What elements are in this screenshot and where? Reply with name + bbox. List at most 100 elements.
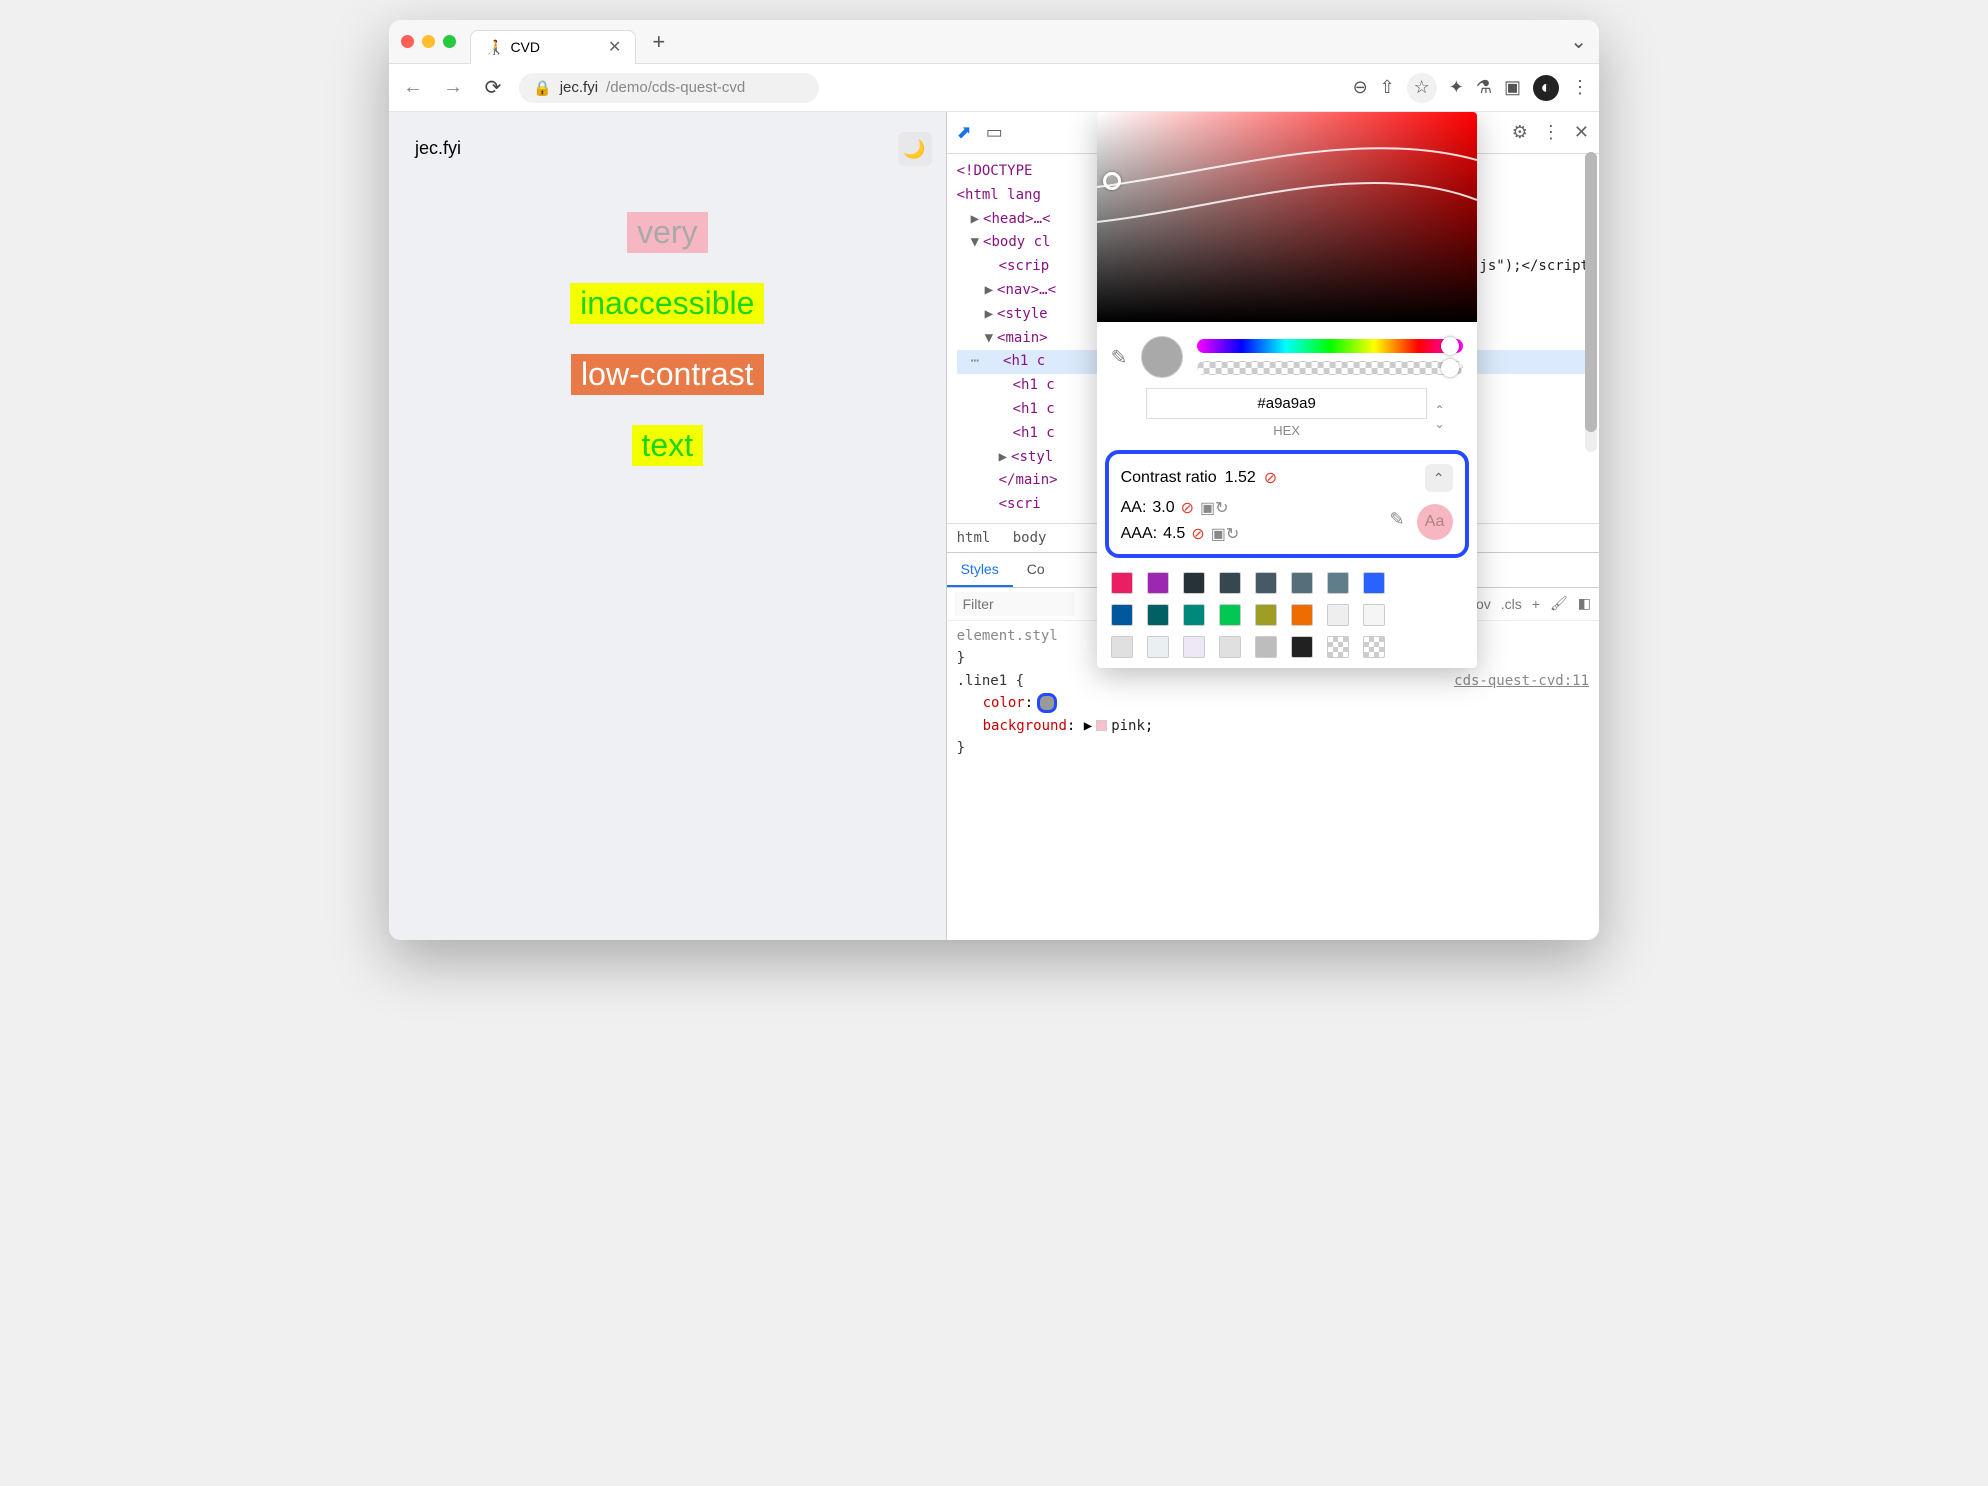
sample-badge: Aa [1417,504,1453,540]
maximize-window-icon[interactable] [443,35,456,48]
hue-handle[interactable] [1441,337,1459,355]
menu-icon[interactable]: ⋮ [1571,77,1589,98]
color-swatch-selected[interactable] [1037,693,1057,713]
new-tab-button[interactable]: + [652,29,665,55]
current-color-circle [1141,336,1183,378]
palette-grid [1097,564,1477,668]
content-area: jec.fyi 🌙 very inaccessible low-contrast… [389,112,1599,940]
hue-slider[interactable] [1197,339,1462,353]
lock-icon: 🔒 [533,79,552,97]
palette-swatch[interactable] [1327,604,1349,626]
url-path: /demo/cds-quest-cvd [606,79,745,96]
palette-swatch[interactable] [1363,604,1385,626]
dark-mode-toggle[interactable]: 🌙 [898,132,932,166]
palette-swatch[interactable] [1255,636,1277,658]
palette-swatch[interactable] [1183,572,1205,594]
palette-swatch[interactable] [1219,572,1241,594]
tab-title: CVD [510,39,540,55]
extensions-icon[interactable]: ✦ [1449,77,1464,98]
back-button[interactable]: ← [399,76,427,99]
browser-tab[interactable]: 🧑‍🦯 CVD ✕ [470,30,636,64]
palette-swatch[interactable] [1219,636,1241,658]
palette-swatch[interactable] [1147,604,1169,626]
collapse-icon[interactable]: ⌃ [1425,464,1453,492]
hex-input[interactable] [1146,388,1428,419]
sv-handle[interactable] [1103,172,1121,190]
palette-swatch[interactable] [1147,636,1169,658]
palette-swatch[interactable] [1147,572,1169,594]
bg-swatch[interactable] [1096,720,1107,731]
sample-very: very [627,212,707,253]
titlebar: 🧑‍🦯 CVD ✕ + ⌄ [389,20,1599,64]
tab-close-icon[interactable]: ✕ [608,37,621,57]
palette-swatch[interactable] [1255,572,1277,594]
devtools-panel: ⬈ ▭ ⚙ ⋮ ✕ <!DOCTYPE <html lang ▶<head>…<… [946,112,1599,940]
fail-icon: ⊘ [1264,468,1277,488]
computed-icon[interactable]: 🖌 [1550,595,1568,612]
palette-swatch[interactable] [1291,572,1313,594]
sample-low-contrast: low-contrast [571,354,764,395]
source-link[interactable]: cds-quest-cvd:11 [1454,670,1589,692]
format-spinner[interactable]: ⌃⌄ [1435,403,1445,431]
alpha-handle[interactable] [1441,359,1459,377]
contrast-eyedropper-icon[interactable]: ✎ [1390,509,1405,530]
tab-styles[interactable]: Styles [947,553,1013,587]
hex-label: HEX [1273,423,1300,438]
cls-toggle[interactable]: .cls [1501,596,1522,612]
labs-icon[interactable]: ⚗ [1476,77,1492,98]
palette-swatch[interactable] [1111,604,1133,626]
close-window-icon[interactable] [401,35,414,48]
palette-swatch[interactable] [1219,604,1241,626]
sample-list: very inaccessible low-contrast text [409,212,926,466]
contrast-label: Contrast ratio [1121,469,1217,487]
tab-computed[interactable]: Co [1013,553,1059,587]
color-picker-popover: ✎ HEX ⌃⌄ Contrast ratio [1097,112,1477,668]
contrast-value: 1.52 [1225,469,1256,487]
site-brand: jec.fyi [415,138,461,159]
device-toggle-icon[interactable]: ▭ [986,122,1003,143]
contrast-section: Contrast ratio 1.52 ⊘ ⌃ AA: 3.0 ⊘ ▣↻ AAA… [1105,450,1469,558]
palette-swatch[interactable] [1327,572,1349,594]
favicon: 🧑‍🦯 [485,39,502,56]
more-icon[interactable]: ⋮ [1542,122,1560,143]
scrollbar[interactable] [1585,152,1597,452]
sample-inaccessible: inaccessible [570,283,764,324]
alpha-slider[interactable] [1197,361,1462,375]
forward-button: → [439,76,467,99]
share-icon[interactable]: ⇧ [1380,77,1395,98]
address-bar[interactable]: 🔒 jec.fyi/demo/cds-quest-cvd [519,73,819,103]
inspect-icon[interactable]: ⬈ [957,122,972,143]
eyedropper-icon[interactable]: ✎ [1111,345,1128,370]
profile-button[interactable]: ◐ [1533,75,1559,101]
palette-swatch[interactable] [1363,572,1385,594]
palette-swatch[interactable] [1255,604,1277,626]
palette-swatch[interactable] [1111,572,1133,594]
reload-button[interactable]: ⟳ [479,75,507,100]
bookmark-icon[interactable]: ☆ [1407,73,1437,103]
sample-text: text [632,425,704,466]
palette-swatch[interactable] [1291,604,1313,626]
spectrum-area[interactable] [1097,112,1477,322]
palette-swatch-transparent[interactable] [1327,636,1349,658]
tabs-dropdown-icon[interactable]: ⌄ [1570,29,1587,54]
settings-icon[interactable]: ⚙ [1512,122,1528,143]
browser-window: 🧑‍🦯 CVD ✕ + ⌄ ← → ⟳ 🔒 jec.fyi/demo/cds-q… [389,20,1599,940]
bg-swap-icon[interactable]: ▣↻ [1200,498,1229,518]
palette-swatch-transparent[interactable] [1363,636,1385,658]
panel-icon[interactable]: ▣ [1504,77,1521,98]
sidebar-icon[interactable]: ◧ [1578,595,1591,612]
palette-swatch[interactable] [1183,636,1205,658]
palette-swatch[interactable] [1183,604,1205,626]
close-devtools-icon[interactable]: ✕ [1574,122,1589,143]
fail-icon: ⊘ [1191,524,1204,544]
bg-swap-icon[interactable]: ▣↻ [1211,524,1240,544]
palette-swatch[interactable] [1111,636,1133,658]
address-bar-row: ← → ⟳ 🔒 jec.fyi/demo/cds-quest-cvd ⊖ ⇧ ☆… [389,64,1599,112]
palette-swatch[interactable] [1291,636,1313,658]
zoom-icon[interactable]: ⊖ [1353,77,1368,98]
new-rule-icon[interactable]: + [1532,596,1540,612]
filter-input[interactable] [955,592,1075,616]
minimize-window-icon[interactable] [422,35,435,48]
window-controls [401,35,456,48]
url-domain: jec.fyi [560,79,598,96]
